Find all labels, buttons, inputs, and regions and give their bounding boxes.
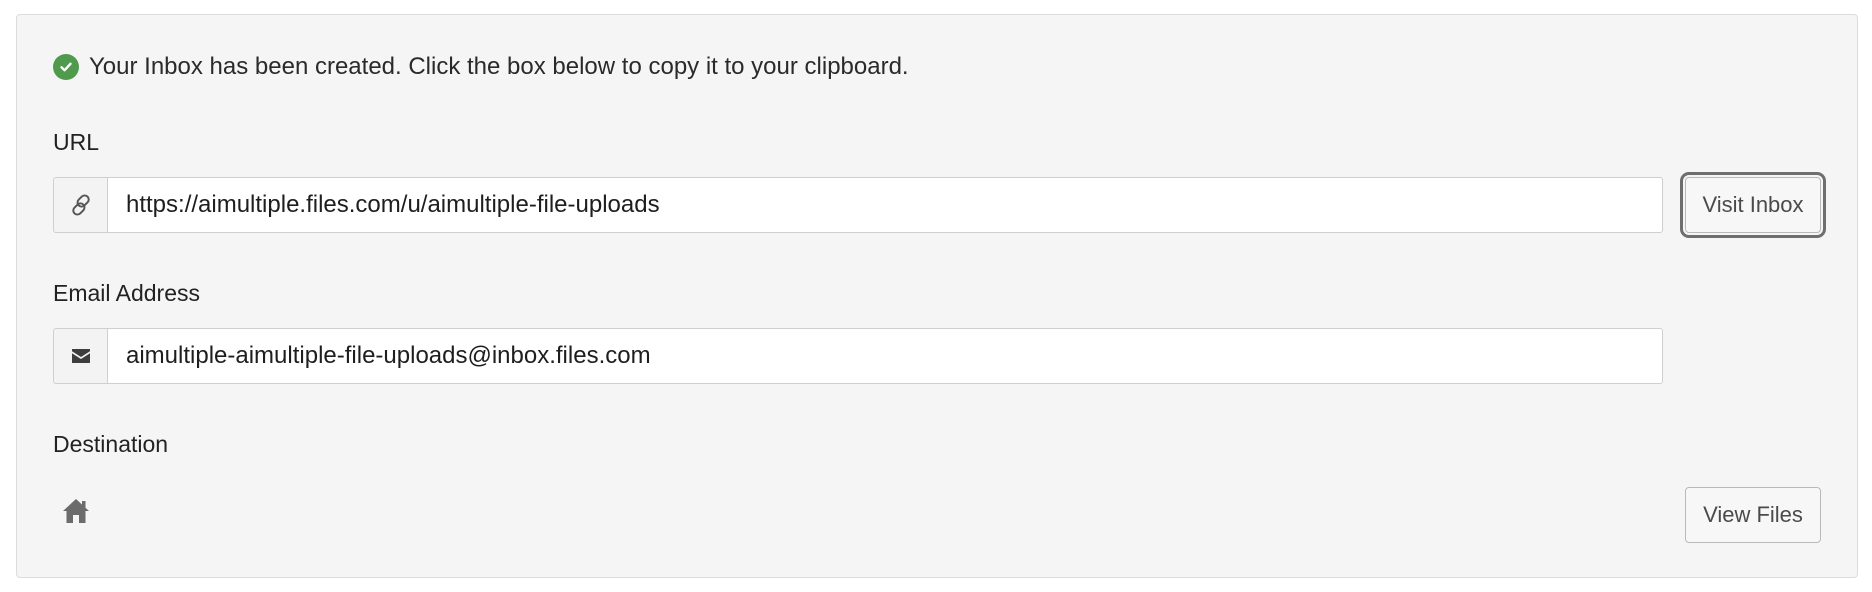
url-input-group[interactable]: https://aimultiple.files.com/u/aimultipl… xyxy=(53,177,1663,233)
success-notice-text: Your Inbox has been created. Click the b… xyxy=(89,53,909,80)
url-label: URL xyxy=(53,129,100,155)
success-notice: Your Inbox has been created. Click the b… xyxy=(53,53,909,81)
view-files-button[interactable]: View Files xyxy=(1685,487,1821,543)
url-field[interactable]: https://aimultiple.files.com/u/aimultipl… xyxy=(107,177,1663,233)
inbox-created-panel: Your Inbox has been created. Click the b… xyxy=(16,14,1858,578)
check-circle-icon xyxy=(53,54,79,80)
visit-inbox-button[interactable]: Visit Inbox xyxy=(1680,172,1826,238)
email-field[interactable]: aimultiple-aimultiple-file-uploads@inbox… xyxy=(107,328,1663,384)
destination-label: Destination xyxy=(53,431,169,457)
email-input-group[interactable]: aimultiple-aimultiple-file-uploads@inbox… xyxy=(53,328,1663,384)
link-icon xyxy=(53,177,107,233)
email-address-label: Email Address xyxy=(53,280,201,306)
home-icon[interactable] xyxy=(61,497,91,525)
envelope-icon xyxy=(53,328,107,384)
